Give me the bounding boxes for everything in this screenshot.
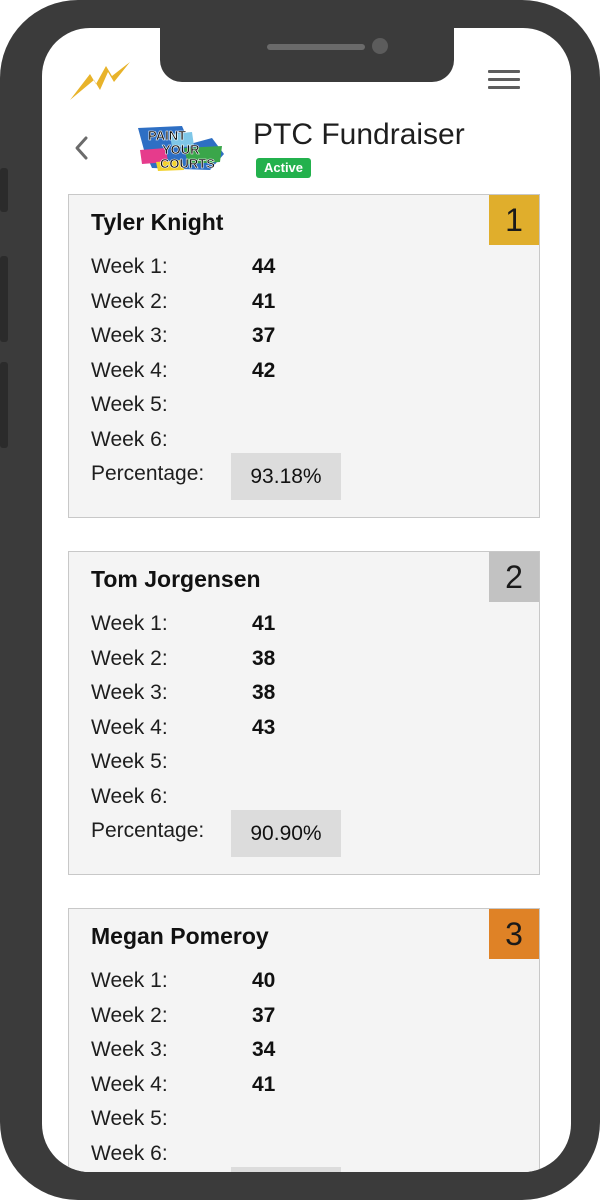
status-badge: Active	[256, 158, 312, 178]
week-score: 40	[252, 969, 276, 992]
week-label: Week 4:	[91, 1072, 168, 1096]
hamburger-menu-icon[interactable]	[488, 70, 520, 92]
week-label: Week 6:	[91, 427, 168, 451]
week-label: Week 4:	[91, 715, 168, 739]
logo-word-2: YOUR	[162, 142, 200, 157]
week-label: Week 2:	[91, 1003, 168, 1027]
rank-badge: 1	[489, 195, 539, 245]
week-label: Week 1:	[91, 255, 168, 278]
rank-badge: 3	[489, 909, 539, 959]
silent-switch	[0, 168, 8, 212]
week-score: 34	[252, 1038, 276, 1061]
volume-down-button	[0, 362, 8, 448]
week-label: Week 3:	[91, 681, 168, 704]
week-score: 38	[252, 646, 276, 670]
week-label: Week 3:	[91, 1038, 168, 1061]
logo-word-3: COURTS	[160, 156, 215, 171]
week-score: 42	[252, 358, 276, 382]
percentage-value: 90.90%	[231, 810, 341, 857]
percentage-value	[231, 1167, 341, 1172]
week-label: Week 2:	[91, 289, 168, 313]
participant-name: Megan Pomeroy	[91, 923, 269, 949]
week-label: Week 5:	[91, 750, 168, 773]
lightning-bolt-icon	[70, 62, 130, 100]
week-label: Week 1:	[91, 612, 168, 635]
percentage-value: 93.18%	[231, 453, 341, 500]
percentage-label: Percentage:	[91, 819, 205, 842]
week-label: Week 5:	[91, 393, 168, 416]
leaderboard-card[interactable]: 3 Megan Pomeroy Week 1: 40 Week 2: 37 Week…	[68, 908, 540, 1172]
week-score: 37	[252, 1003, 276, 1027]
notch	[160, 28, 454, 82]
chevron-left-icon[interactable]	[70, 132, 94, 164]
page-title: PTC Fundraiser	[253, 118, 465, 151]
camera	[372, 38, 388, 54]
week-score: 43	[252, 715, 276, 739]
week-label: Week 1:	[91, 969, 168, 992]
leaderboard-card[interactable]: 2 Tom Jorgensen Week 1: 41 Week 2: 38 Week…	[68, 551, 540, 875]
leaderboard-card[interactable]: 1 Tyler Knight Week 1: 44 Week 2: 41 Week …	[68, 194, 540, 518]
week-score: 41	[252, 289, 276, 313]
week-label: Week 5:	[91, 1107, 168, 1130]
week-score: 38	[252, 681, 276, 704]
week-score: 37	[252, 324, 276, 347]
screen: PAINT YOUR COURTS PTC Fundraiser Active …	[42, 28, 571, 1172]
phone-frame: PAINT YOUR COURTS PTC Fundraiser Active …	[0, 0, 600, 1200]
week-label: Week 2:	[91, 646, 168, 670]
participant-name: Tom Jorgensen	[91, 566, 261, 592]
week-label: Week 4:	[91, 358, 168, 382]
week-label: Week 6:	[91, 784, 168, 808]
week-score: 41	[252, 612, 276, 635]
week-score: 44	[252, 255, 276, 278]
week-label: Week 6:	[91, 1141, 168, 1165]
week-label: Week 3:	[91, 324, 168, 347]
percentage-label: Percentage:	[91, 462, 205, 485]
participant-name: Tyler Knight	[91, 209, 224, 235]
paint-your-courts-logo: PAINT YOUR COURTS	[138, 126, 224, 171]
logo-word-1: PAINT	[148, 128, 186, 143]
rank-badge: 2	[489, 552, 539, 602]
speaker	[267, 44, 365, 50]
volume-up-button	[0, 256, 8, 342]
week-score: 41	[252, 1072, 276, 1096]
